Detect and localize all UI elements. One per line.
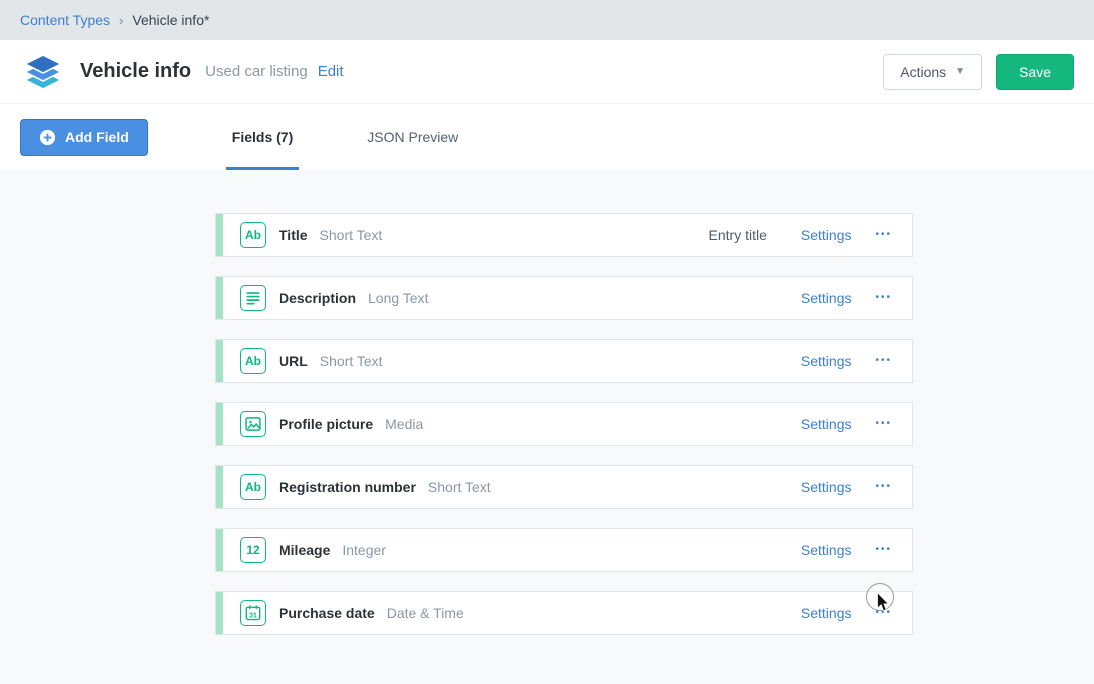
field-more-button[interactable]: ••• <box>875 608 892 618</box>
field-accent-bar <box>216 592 223 634</box>
field-row: Ab Registration number Short Text Settin… <box>215 465 913 509</box>
field-row: Description Long Text Settings ••• <box>215 276 913 320</box>
edit-description-link[interactable]: Edit <box>318 63 344 80</box>
field-row: 31 Purchase date Date & Time Settings ••… <box>215 591 913 635</box>
tab-json-preview[interactable]: JSON Preview <box>361 104 464 170</box>
field-row-actions: Settings ••• <box>801 416 912 432</box>
field-name: Purchase date <box>279 605 375 621</box>
field-more-button[interactable]: ••• <box>875 230 892 240</box>
content-type-editor-page: Content Types › Vehicle info* Vehicle in… <box>0 0 1094 635</box>
field-accent-bar <box>216 340 223 382</box>
tab-fields[interactable]: Fields (7) <box>225 104 300 170</box>
media-icon <box>240 411 266 437</box>
field-more-button[interactable]: ••• <box>875 545 892 555</box>
field-row: Ab Title Short Text Entry title Settings… <box>215 213 913 257</box>
field-row-actions: Entry title Settings ••• <box>709 227 912 243</box>
field-type-label: Short Text <box>319 353 383 369</box>
field-more-button[interactable]: ••• <box>875 419 892 429</box>
page-subtitle: Used car listing <box>205 63 308 80</box>
breadcrumb: Content Types › Vehicle info* <box>0 0 1094 40</box>
field-row-actions: Settings ••• <box>801 605 912 621</box>
field-name: URL <box>279 353 308 369</box>
date-icon: 31 <box>240 600 266 626</box>
short-text-icon: Ab <box>240 474 266 500</box>
field-type-label: Long Text <box>368 290 429 306</box>
field-type-label: Media <box>385 416 424 432</box>
field-accent-bar <box>216 466 223 508</box>
breadcrumb-separator-icon: › <box>119 12 124 28</box>
add-field-button[interactable]: Add Field <box>20 118 148 156</box>
svg-text:31: 31 <box>249 612 257 619</box>
content-area: Ab Title Short Text Entry title Settings… <box>0 170 1094 635</box>
add-field-label: Add Field <box>65 129 129 145</box>
field-type-label: Short Text <box>427 479 491 495</box>
field-settings-link[interactable]: Settings <box>801 605 852 621</box>
field-more-button[interactable]: ••• <box>875 293 892 303</box>
integer-icon: 12 <box>240 537 266 563</box>
field-name: Mileage <box>279 542 331 558</box>
breadcrumb-content-types-link[interactable]: Content Types <box>20 12 110 28</box>
plus-circle-icon <box>39 129 56 146</box>
field-type-label: Short Text <box>319 227 383 243</box>
field-accent-bar <box>216 403 223 445</box>
field-settings-link[interactable]: Settings <box>801 353 852 369</box>
short-text-icon: Ab <box>240 222 266 248</box>
entry-title-badge: Entry title <box>708 227 767 243</box>
header: Vehicle info Used car listing Edit Actio… <box>0 40 1094 104</box>
field-settings-link[interactable]: Settings <box>801 290 852 306</box>
field-accent-bar <box>216 214 223 256</box>
content-type-icon <box>20 51 66 93</box>
field-settings-link[interactable]: Settings <box>801 479 852 495</box>
breadcrumb-current: Vehicle info* <box>132 12 210 28</box>
page-title: Vehicle info <box>80 60 192 82</box>
field-type-label: Date & Time <box>386 605 464 621</box>
field-row: Profile picture Media Settings ••• <box>215 402 913 446</box>
chevron-down-icon: ▼ <box>955 66 966 77</box>
header-actions: Actions ▼ Save <box>883 53 1074 90</box>
field-accent-bar <box>216 529 223 571</box>
long-text-icon <box>240 285 266 311</box>
field-row: Ab URL Short Text Settings ••• <box>215 339 913 383</box>
tabs: Fields (7) JSON Preview <box>225 104 527 170</box>
field-row-actions: Settings ••• <box>801 290 912 306</box>
field-row-actions: Settings ••• <box>801 479 912 495</box>
field-name: Description <box>279 290 357 306</box>
field-settings-link[interactable]: Settings <box>801 416 852 432</box>
field-settings-link[interactable]: Settings <box>801 542 852 558</box>
actions-button-label: Actions <box>900 63 947 80</box>
field-more-button[interactable]: ••• <box>875 356 892 366</box>
field-settings-link[interactable]: Settings <box>801 227 852 243</box>
field-name: Registration number <box>279 479 416 495</box>
field-name: Title <box>279 227 308 243</box>
short-text-icon: Ab <box>240 348 266 374</box>
field-row: 12 Mileage Integer Settings ••• <box>215 528 913 572</box>
field-more-button[interactable]: ••• <box>875 482 892 492</box>
field-type-label: Integer <box>342 542 386 558</box>
field-row-actions: Settings ••• <box>801 353 912 369</box>
actions-button[interactable]: Actions ▼ <box>883 53 983 90</box>
field-name: Profile picture <box>279 416 374 432</box>
field-row-actions: Settings ••• <box>801 542 912 558</box>
field-accent-bar <box>216 277 223 319</box>
save-button[interactable]: Save <box>996 53 1074 90</box>
field-list: Ab Title Short Text Entry title Settings… <box>215 213 913 635</box>
toolbar: Add Field Fields (7) JSON Preview <box>0 104 1094 170</box>
